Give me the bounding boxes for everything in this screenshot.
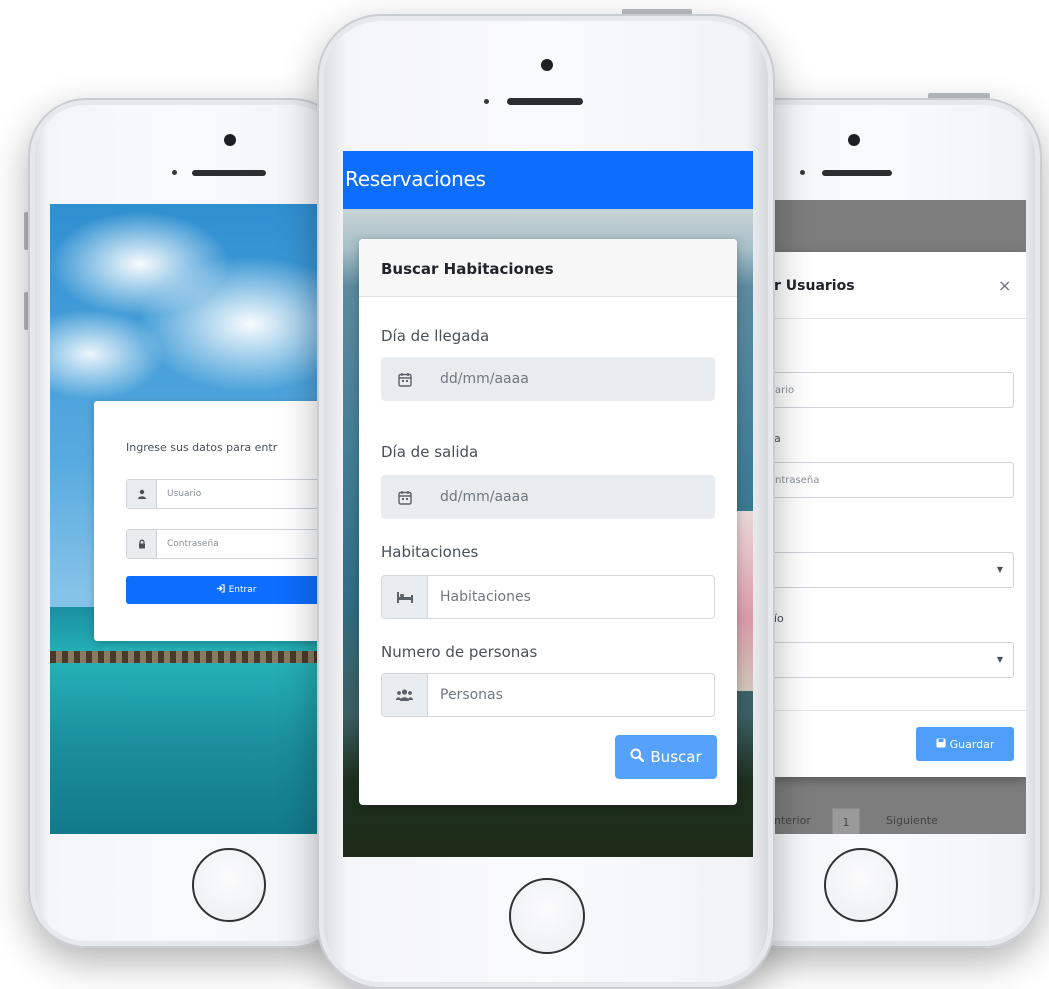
users-icon <box>382 674 428 716</box>
close-icon[interactable]: × <box>998 276 1011 295</box>
people-input[interactable] <box>428 674 714 716</box>
login-prompt: Ingrese sus datos para entr <box>126 441 278 454</box>
password-input[interactable] <box>157 530 332 558</box>
pager-next[interactable]: Siguiente <box>886 814 938 827</box>
modal-title: r Usuarios <box>774 278 855 294</box>
bed-icon <box>382 576 428 618</box>
pager-page-1[interactable]: 1 <box>832 808 860 834</box>
phone-reservations: Reservaciones Buscar Habitaciones Día de… <box>317 14 775 989</box>
login-button[interactable]: Entrar <box>126 576 332 604</box>
navbar-title: Reservaciones <box>343 151 753 209</box>
calendar-icon <box>382 358 428 400</box>
user-icon <box>127 480 157 508</box>
search-button-label: Buscar <box>650 748 702 766</box>
reservations-screen: Reservaciones Buscar Habitaciones Día de… <box>343 151 753 857</box>
type-select[interactable]: ▼ <box>774 642 1014 678</box>
front-camera <box>224 134 236 146</box>
rooms-label: Habitaciones <box>381 543 479 561</box>
username-group <box>126 479 332 509</box>
front-camera <box>848 134 860 146</box>
search-button[interactable]: Buscar <box>615 735 717 779</box>
users-modal: r Usuarios × ario a ntraseña ▼ ío ▼ Guar… <box>774 252 1026 777</box>
save-button[interactable]: Guardar <box>916 727 1014 761</box>
modal-header-divider <box>774 318 1026 319</box>
earpiece-speaker <box>507 98 583 105</box>
home-button <box>824 848 898 922</box>
chevron-down-icon: ▼ <box>996 655 1003 664</box>
login-card: Ingrese sus datos para entr Entrar <box>94 401 332 641</box>
save-button-label: Guardar <box>949 737 995 751</box>
search-icon <box>630 748 645 766</box>
proximity-sensor <box>172 170 177 175</box>
calendar-icon <box>382 476 428 518</box>
lock-icon <box>127 530 157 558</box>
password-group <box>126 529 332 559</box>
proximity-sensor <box>800 170 805 175</box>
departure-date-input[interactable] <box>428 476 714 518</box>
modal-footer-divider <box>774 710 1026 711</box>
people-group <box>381 673 715 717</box>
earpiece-speaker <box>192 170 266 176</box>
phone-login: Ingrese sus datos para entr Entrar <box>28 98 350 948</box>
username-field[interactable]: ario <box>774 372 1014 408</box>
pagination: nterior 1 Siguiente <box>774 808 1026 834</box>
departure-date-group <box>381 475 715 519</box>
type-label: ío <box>774 612 784 625</box>
search-rooms-card: Buscar Habitaciones Día de llegada Día d… <box>359 239 737 805</box>
chevron-down-icon: ▼ <box>996 565 1003 574</box>
card-title: Buscar Habitaciones <box>359 239 737 297</box>
login-screen: Ingrese sus datos para entr Entrar <box>50 204 332 834</box>
login-button-label: Entrar <box>228 585 257 595</box>
arrival-label: Día de llegada <box>381 327 490 345</box>
arrival-date-input[interactable] <box>428 358 714 400</box>
arrival-date-group <box>381 357 715 401</box>
rooms-group <box>381 575 715 619</box>
earpiece-speaker <box>822 170 892 176</box>
sign-in-icon <box>216 584 225 596</box>
username-input[interactable] <box>157 480 332 508</box>
pager-previous[interactable]: nterior <box>774 814 811 827</box>
home-button <box>509 878 585 954</box>
password-label: a <box>774 432 781 445</box>
users-screen: r Usuarios × ario a ntraseña ▼ ío ▼ Guar… <box>774 200 1026 834</box>
departure-label: Día de salida <box>381 443 479 461</box>
people-label: Numero de personas <box>381 643 538 661</box>
save-icon <box>936 738 946 751</box>
home-button <box>192 848 266 922</box>
pier-background <box>50 651 332 663</box>
password-field[interactable]: ntraseña <box>774 462 1014 498</box>
rooms-input[interactable] <box>428 576 714 618</box>
proximity-sensor <box>484 99 489 104</box>
role-select[interactable]: ▼ <box>774 552 1014 588</box>
background-building <box>735 511 753 691</box>
front-camera <box>541 59 553 71</box>
